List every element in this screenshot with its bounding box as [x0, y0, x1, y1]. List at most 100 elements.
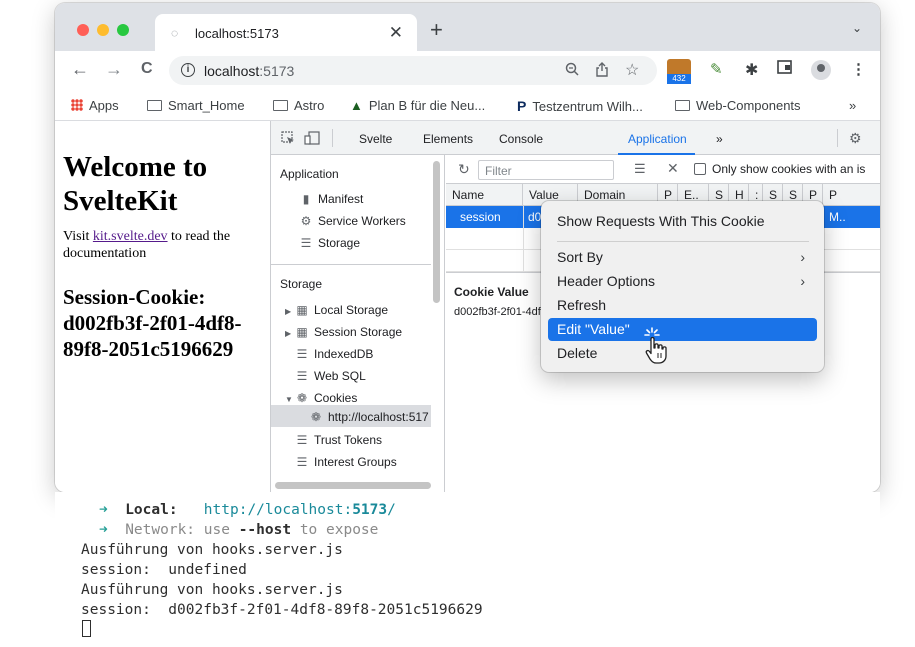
menu-item-refresh[interactable]: Refresh	[548, 294, 817, 317]
cookie-icon: ❁	[296, 391, 308, 405]
filter-input[interactable]: Filter	[478, 160, 614, 180]
tab-title: localhost:5173	[195, 26, 279, 41]
forward-button[interactable]: →	[105, 59, 123, 80]
browser-menu-icon[interactable]: ⋮	[851, 60, 866, 78]
close-tab-icon[interactable]: ✕	[389, 23, 403, 43]
sidebar-item-cookie-origin[interactable]: ❁ http://localhost:5173	[309, 410, 429, 424]
terminal-log-line: session: d002fb3f-2f01-4df8-89f8-2051c51…	[81, 602, 483, 618]
toolbar-divider	[332, 129, 333, 147]
bookmark-plan-b[interactable]: ▲ Plan B für die Neu...	[350, 98, 485, 113]
expand-arrow-icon[interactable]: ▶	[285, 329, 295, 338]
share-icon[interactable]	[595, 62, 609, 80]
inspect-element-icon[interactable]	[281, 131, 295, 148]
folder-icon	[675, 100, 690, 111]
sidebar-item-trust-tokens[interactable]: ☰ Trust Tokens	[295, 433, 382, 447]
toolbar-divider	[837, 129, 838, 147]
sidebar-item-indexeddb[interactable]: ☰ IndexedDB	[295, 347, 374, 361]
maximize-window-button[interactable]	[117, 24, 129, 36]
menu-item-show-requests[interactable]: Show Requests With This Cookie	[548, 210, 817, 233]
tab-strip: ◌ localhost:5173 ✕ + ⌄	[55, 3, 880, 51]
extensions-puzzle-icon[interactable]: ✱	[745, 60, 758, 80]
clear-all-icon[interactable]: ✕	[667, 160, 679, 177]
globe-icon: ◌	[171, 26, 179, 40]
cookie-value-title: Cookie Value	[454, 285, 529, 299]
minimize-window-button[interactable]	[97, 24, 109, 36]
sidebar-item-service-workers[interactable]: ⚙ Service Workers	[299, 214, 406, 228]
cookie-value-text[interactable]: d002fb3f-2f01-4df8-89f8-2051c5196629	[454, 306, 544, 318]
bookmarks-more-button[interactable]: »	[849, 98, 856, 113]
database-icon: ☰	[296, 433, 308, 447]
sidebar-item-interest-groups[interactable]: ☰ Interest Groups	[295, 455, 397, 469]
expand-arrow-icon[interactable]: ▶	[285, 307, 295, 316]
zoom-icon[interactable]	[565, 62, 579, 79]
sidebar-item-session-storage[interactable]: ▶ ▦ Session Storage	[285, 325, 402, 339]
database-icon: ☰	[296, 455, 308, 469]
p-icon: P	[517, 98, 527, 114]
terminal-log-line: Ausführung von hooks.server.js	[81, 582, 343, 598]
sidebar-item-manifest[interactable]: ▮ Manifest	[299, 192, 364, 206]
terminal-output: ➜ Local: http://localhost:5173/ ➜ Networ…	[55, 492, 880, 647]
menu-item-header-options[interactable]: Header Options ›	[548, 270, 817, 293]
bookmark-star-icon[interactable]: ☆	[625, 60, 639, 80]
sidebar-horizontal-scrollbar[interactable]	[275, 482, 431, 489]
column-header-name[interactable]: Name	[446, 184, 523, 206]
profile-avatar-icon[interactable]	[811, 60, 831, 80]
visit-text: Visit kit.svelte.dev to read the documen…	[63, 229, 231, 261]
site-info-icon[interactable]: i	[181, 63, 195, 77]
device-toolbar-icon[interactable]	[304, 131, 320, 148]
bookmark-web-components[interactable]: Web-Components	[675, 98, 801, 113]
tab-console[interactable]: Console	[499, 132, 543, 146]
terminal-line-local: ➜ Local: http://localhost:5173/	[99, 502, 396, 518]
only-issues-checkbox[interactable]	[694, 163, 706, 175]
browser-tab[interactable]: ◌ localhost:5173 ✕	[155, 14, 417, 51]
hand-pointer-cursor-icon	[644, 327, 667, 364]
bookmark-smart-home[interactable]: Smart_Home	[147, 98, 245, 113]
menu-item-delete[interactable]: Delete	[548, 342, 817, 365]
sidebar-item-storage[interactable]: ☰ Storage	[299, 236, 360, 250]
new-tab-button[interactable]: +	[430, 17, 443, 43]
more-tabs-button[interactable]: »	[716, 132, 723, 146]
refresh-icon[interactable]: ↻	[458, 161, 470, 178]
tab-elements[interactable]: Elements	[423, 132, 473, 146]
bookmark-testzentrum[interactable]: P Testzentrum Wilh...	[517, 98, 643, 114]
reading-list-icon[interactable]	[777, 60, 792, 78]
folder-icon	[273, 100, 288, 111]
clear-filtered-icon[interactable]: ☰	[634, 161, 646, 177]
sidebar-scrollbar[interactable]	[433, 161, 440, 303]
collapse-arrow-icon[interactable]: ▼	[285, 395, 295, 404]
only-issues-label: Only show cookies with an is	[712, 162, 866, 176]
browser-toolbar: ← → C i localhost:5173 ☆ 432 ✎ ✱ ⋮	[55, 51, 880, 89]
sidebar-item-cookies[interactable]: ▼ ❁ Cookies	[285, 391, 357, 405]
sidebar-item-local-storage[interactable]: ▶ ▦ Local Storage	[285, 303, 388, 317]
menu-item-sort-by[interactable]: Sort By ›	[548, 246, 817, 269]
column-header-priority[interactable]: P	[823, 184, 880, 206]
bookmark-apps[interactable]: Apps	[71, 98, 119, 113]
tab-search-chevron-icon[interactable]: ⌄	[852, 21, 862, 35]
menu-item-edit-value[interactable]: Edit "Value"	[548, 318, 817, 341]
devtools-tabbar: Svelte Elements Console Application » ⚙ …	[271, 121, 880, 155]
column-divider	[523, 206, 524, 272]
cookie-icon: ❁	[310, 410, 322, 424]
back-button[interactable]: ←	[71, 59, 89, 80]
close-window-button[interactable]	[77, 24, 89, 36]
reload-button[interactable]: C	[141, 60, 153, 78]
table-icon: ▦	[296, 325, 308, 339]
extension-eyedropper-icon[interactable]: ✎	[710, 60, 723, 78]
sidebar-item-web-sql[interactable]: ☰ Web SQL	[295, 369, 366, 383]
sidebar-heading-storage: Storage	[280, 277, 323, 291]
submenu-arrow-icon: ›	[800, 249, 805, 265]
settings-gear-icon[interactable]: ⚙	[849, 130, 862, 147]
bookmark-astro[interactable]: Astro	[273, 98, 324, 113]
session-cookie-heading: Session-Cookie: d002fb3f-2f01-4df8-89f8-…	[63, 285, 242, 361]
terminal-log-line: Ausführung von hooks.server.js	[81, 542, 343, 558]
extension-badge: 432	[667, 74, 691, 84]
docs-link[interactable]: kit.svelte.dev	[93, 229, 168, 244]
apps-icon	[71, 99, 83, 111]
menu-separator	[557, 241, 809, 242]
database-icon: ☰	[296, 347, 308, 361]
database-icon: ☰	[296, 369, 308, 383]
tab-application[interactable]: Application	[628, 132, 687, 146]
devtools-menu-icon[interactable]: ⋮	[876, 131, 880, 147]
address-bar[interactable]: i localhost:5173 ☆	[169, 56, 657, 85]
tab-svelte[interactable]: Svelte	[359, 132, 392, 146]
